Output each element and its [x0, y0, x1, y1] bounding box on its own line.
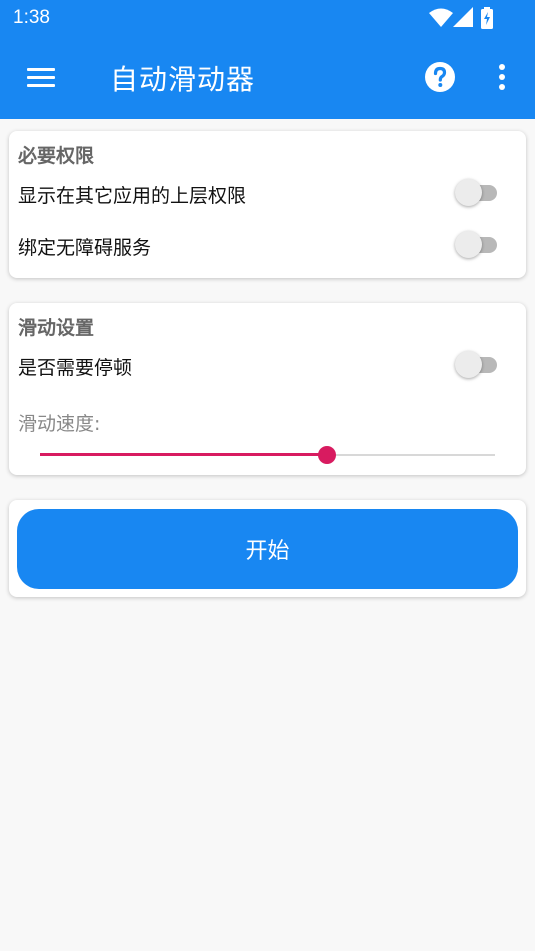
speed-label: 滑动速度:: [18, 413, 101, 435]
status-bar: 1:38: [0, 0, 535, 36]
pause-switch[interactable]: [455, 349, 501, 379]
scroll-settings-title: 滑动设置: [18, 317, 95, 339]
accessibility-service-switch[interactable]: [455, 229, 501, 259]
start-card: 开始: [9, 500, 526, 597]
more-vert-icon[interactable]: [490, 61, 514, 93]
slider-fill: [40, 453, 327, 456]
cell-signal-icon: [453, 7, 473, 27]
scroll-settings-card: 滑动设置 是否需要停顿 滑动速度:: [9, 303, 526, 475]
overlay-permission-switch[interactable]: [455, 177, 501, 207]
start-button[interactable]: 开始: [17, 509, 518, 589]
hamburger-menu-icon[interactable]: [24, 62, 60, 94]
help-circle-icon[interactable]: [424, 61, 456, 93]
permissions-title: 必要权限: [18, 145, 95, 167]
app-title: 自动滑动器: [110, 63, 256, 96]
slider-thumb[interactable]: [317, 446, 336, 464]
battery-charging-icon: [481, 7, 493, 29]
wifi-icon: [429, 8, 453, 27]
speed-slider[interactable]: [40, 443, 495, 467]
permissions-card: 必要权限 显示在其它应用的上层权限 绑定无障碍服务: [9, 131, 526, 278]
accessibility-service-label: 绑定无障碍服务: [18, 237, 152, 259]
overlay-permission-label: 显示在其它应用的上层权限: [18, 185, 247, 207]
app-bar: 自动滑动器: [0, 36, 535, 119]
pause-label: 是否需要停顿: [18, 357, 133, 379]
status-time: 1:38: [13, 7, 50, 28]
